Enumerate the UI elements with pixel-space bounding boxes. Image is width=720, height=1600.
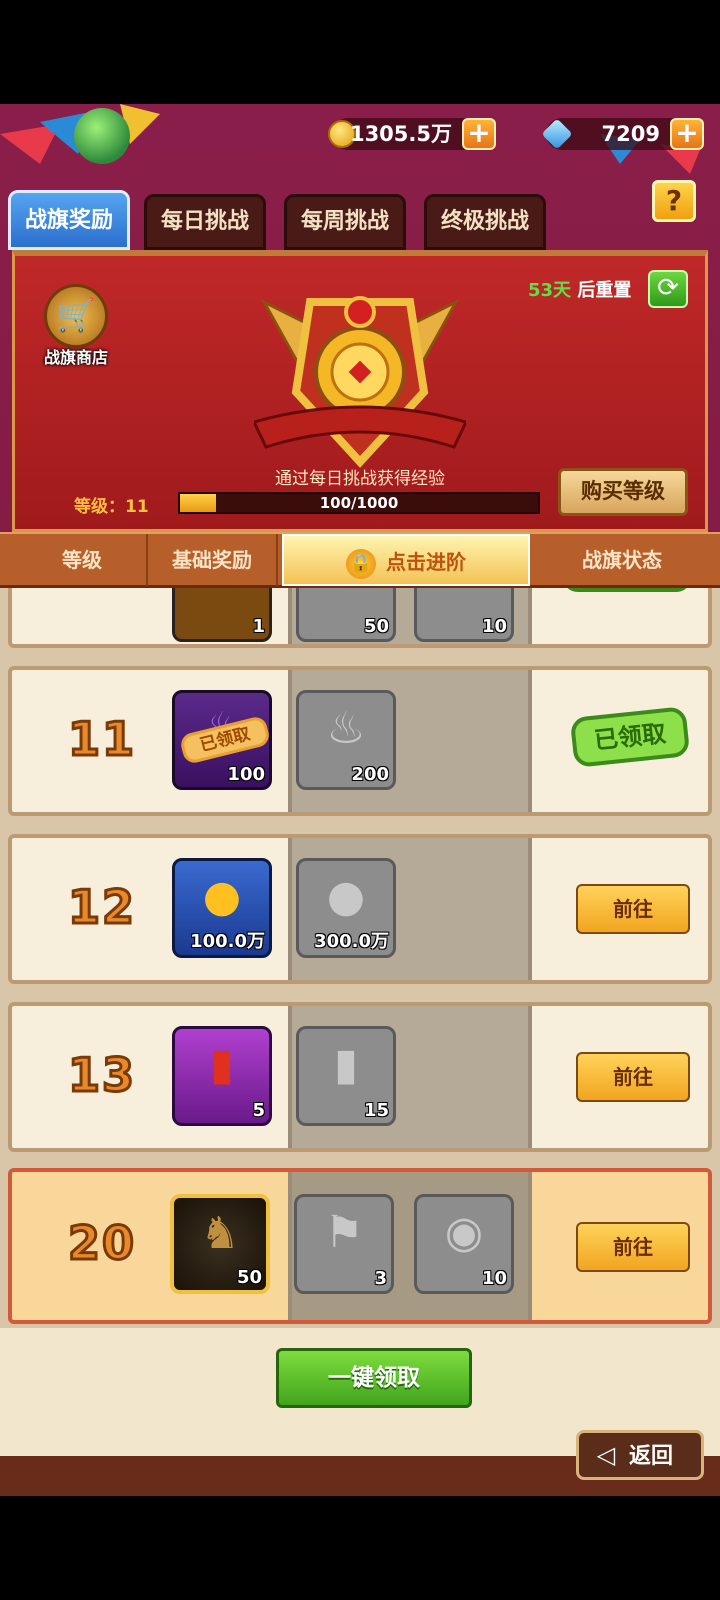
buy-level-button[interactable]: 购买等级: [558, 468, 688, 516]
go-button[interactable]: 前往: [576, 1222, 690, 1272]
lock-icon: 🔒: [346, 548, 376, 579]
add-coins-button[interactable]: +: [462, 118, 496, 150]
card-reward[interactable]: ▮ 5: [172, 1026, 272, 1126]
tab-daily-challenge[interactable]: 每日挑战: [144, 194, 266, 250]
gem-amount: 7209: [601, 122, 660, 146]
level-number: 13: [66, 1047, 136, 1104]
gem-balance: 7209 +: [541, 118, 704, 150]
reward-item[interactable]: 1: [172, 588, 272, 642]
header-level: 等级: [18, 534, 148, 586]
tab-battle-flag-rewards[interactable]: 战旗奖励: [8, 190, 130, 250]
refresh-button[interactable]: ⟳: [648, 270, 688, 308]
level-label: 等级：11: [74, 497, 149, 517]
go-button[interactable]: 前往: [576, 884, 690, 934]
exp-progress-bar: 100/1000: [178, 492, 540, 514]
locked-reward-item[interactable]: ◉ 10: [414, 1194, 514, 1294]
tab-bar: 战旗奖励 每日挑战 每周挑战 终极挑战: [0, 190, 720, 250]
level-number: 20: [66, 1215, 136, 1272]
rank-emblem-icon: [254, 296, 466, 468]
header-flag-status: 战旗状态: [582, 548, 662, 572]
claimed-stamp: [562, 588, 692, 592]
table-row: 1 50 10: [8, 588, 712, 648]
level-number: 12: [66, 879, 136, 936]
game-view: 1305.5万 + 7209 + 战旗奖励 每日挑战 每周挑战 终极挑战 ? 🛒…: [0, 104, 720, 1496]
level-number: 11: [66, 711, 136, 768]
reset-suffix: 后重置: [577, 280, 632, 301]
advance-button[interactable]: 🔒 点击进阶: [282, 534, 530, 586]
locked-reward-item[interactable]: ● 300.0万: [296, 858, 396, 958]
screen: 1305.5万 + 7209 + 战旗奖励 每日挑战 每周挑战 终极挑战 ? 🛒…: [0, 0, 720, 1600]
coin-balance: 1305.5万 +: [328, 118, 496, 150]
back-arrow-icon: ◁: [596, 1441, 616, 1469]
header-basic-reward: 基础奖励: [148, 534, 278, 586]
table-row: 12 ● 100.0万 ● 300.0万 前往: [8, 834, 712, 984]
table-row: 13 ▮ 5 ▮ 15 前往: [8, 1002, 712, 1152]
locked-reward-item[interactable]: 10: [414, 588, 514, 642]
add-gems-button[interactable]: +: [670, 118, 704, 150]
exp-hint: 通过每日挑战获得经验: [275, 469, 445, 489]
helmet-reward[interactable]: ♞ 50: [170, 1194, 270, 1294]
flag-shop-label: 战旗商店: [43, 348, 108, 367]
table-row-highlight: 20 ♞ 50 ⚑ 3 ◉ 10 前往: [8, 1168, 712, 1324]
gold-coin-reward[interactable]: ● 100.0万: [172, 858, 272, 958]
exp-progress-text: 100/1000: [319, 494, 399, 512]
reward-list[interactable]: 1 50 10 11 ♨ 已领取 100 ♨200 已领取 12 ●100.0万…: [0, 588, 720, 1328]
locked-reward-item[interactable]: ⚑ 3: [294, 1194, 394, 1294]
flag-shop-button[interactable]: 🛒 战旗商店: [34, 284, 118, 368]
go-button[interactable]: 前往: [576, 1052, 690, 1102]
locked-reward-item[interactable]: ♨ 200: [296, 690, 396, 790]
tab-weekly-challenge[interactable]: 每周挑战: [284, 194, 406, 250]
shopping-cart-icon: 🛒: [44, 284, 108, 348]
reward-table-header: 等级 基础奖励 🔒 点击进阶 战旗状态: [0, 532, 720, 588]
reset-countdown: 53天 后重置: [528, 274, 631, 308]
help-button[interactable]: ?: [652, 180, 696, 222]
locked-reward-item[interactable]: 50: [296, 588, 396, 642]
tab-ultimate-challenge[interactable]: 终极挑战: [424, 194, 546, 250]
claim-all-button[interactable]: 一键领取: [276, 1348, 472, 1408]
balloon-decoration: [74, 108, 130, 164]
coin-amount: 1305.5万: [349, 122, 452, 146]
claimed-stamp: 已领取: [569, 706, 691, 768]
reset-days: 53天: [528, 280, 572, 301]
table-row: 11 ♨ 已领取 100 ♨200 已领取: [8, 666, 712, 816]
back-button[interactable]: ◁ 返回: [576, 1430, 704, 1480]
reward-item[interactable]: ♨ 已领取 100: [172, 690, 272, 790]
locked-reward-item[interactable]: ▮ 15: [296, 1026, 396, 1126]
